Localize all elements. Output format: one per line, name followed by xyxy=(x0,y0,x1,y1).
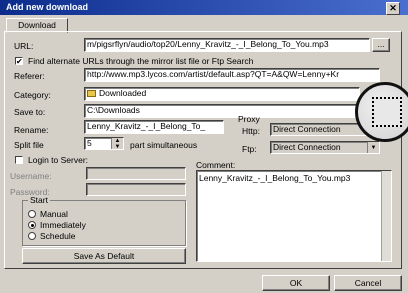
radio-immediately[interactable] xyxy=(28,221,36,229)
proxy-http-label: Http: xyxy=(242,126,260,136)
url-browse-button[interactable]: ... xyxy=(372,38,390,52)
split-value: 5 xyxy=(87,138,92,148)
username-input[interactable] xyxy=(86,167,186,180)
title-bar: Add new download ✕ xyxy=(0,0,408,15)
proxy-http-value: Direct Connection xyxy=(273,124,341,134)
radio-manual[interactable] xyxy=(28,210,36,218)
category-label: Category: xyxy=(14,90,51,100)
save-to-label: Save to: xyxy=(14,107,46,117)
start-label: Start xyxy=(28,195,50,205)
category-select[interactable]: Downloaded xyxy=(84,87,360,101)
login-checkbox[interactable] xyxy=(15,156,23,164)
proxy-ftp-label: Ftp: xyxy=(242,144,257,154)
mirror-label: Find alternate URLs through the mirror l… xyxy=(28,56,254,66)
username-label: Username: xyxy=(10,171,52,181)
cancel-button[interactable]: Cancel xyxy=(334,275,402,291)
radio-manual-label: Manual xyxy=(40,209,68,219)
rename-label: Rename: xyxy=(14,125,49,135)
split-stepper-icon[interactable]: ▲ ▼ xyxy=(111,138,123,149)
ok-button[interactable]: OK xyxy=(262,275,330,291)
rename-input[interactable]: Lenny_Kravitz_-_I_Belong_To_ xyxy=(84,120,224,134)
window-title: Add new download xyxy=(6,2,88,12)
comment-scrollbar[interactable] xyxy=(381,171,391,261)
split-suffix: part simultaneous xyxy=(130,140,198,150)
chevron-down-icon: ▼ xyxy=(367,142,379,153)
proxy-ftp-value: Direct Connection xyxy=(273,142,341,152)
comment-label: Comment: xyxy=(196,160,236,170)
comment-textarea[interactable]: Lenny_Kravitz_-_I_Belong_To_You.mp3 xyxy=(196,170,392,262)
save-default-button[interactable]: Save As Default xyxy=(22,248,186,264)
magnified-button xyxy=(372,97,402,127)
radio-schedule[interactable] xyxy=(28,232,36,240)
split-spinner[interactable]: 5 ▲ ▼ xyxy=(84,137,124,150)
split-label: Split file xyxy=(14,140,44,150)
mirror-checkbox[interactable]: ✔ xyxy=(15,57,23,66)
referer-input[interactable]: http://www.mp3.lycos.com/artist/default.… xyxy=(84,68,380,82)
radio-immediately-label: Immediately xyxy=(40,220,86,230)
close-icon[interactable]: ✕ xyxy=(386,2,400,15)
folder-icon xyxy=(87,90,96,97)
save-to-input[interactable]: C:\Downloads xyxy=(84,104,360,118)
url-label: URL: xyxy=(14,41,34,51)
login-label: Login to Server: xyxy=(28,155,89,165)
category-value: Downloaded xyxy=(99,88,147,98)
url-input[interactable]: m/pigsrflyn/audio/top20/Lenny_Kravitz_-_… xyxy=(84,38,370,52)
magnifier-icon xyxy=(355,82,408,142)
proxy-ftp-select[interactable]: Direct Connection ▼ xyxy=(270,141,380,154)
proxy-label: Proxy xyxy=(238,114,260,124)
radio-schedule-label: Schedule xyxy=(40,231,76,241)
password-input[interactable] xyxy=(86,183,186,196)
comment-value: Lenny_Kravitz_-_I_Belong_To_You.mp3 xyxy=(199,173,351,183)
referer-label: Referer: xyxy=(14,71,45,81)
